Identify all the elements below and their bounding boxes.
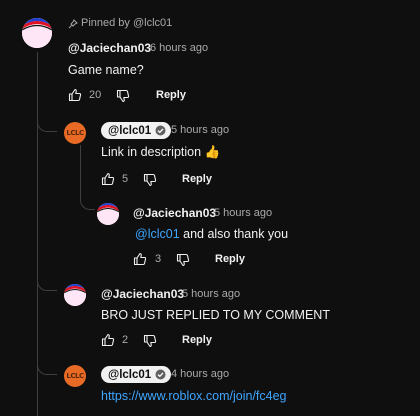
comment-text: Game name?	[68, 63, 144, 77]
comment-link[interactable]: https://www.roblox.com/join/fc4eg	[101, 389, 287, 403]
dislike-icon[interactable]	[116, 89, 130, 103]
like-icon[interactable]	[101, 333, 115, 347]
like-count: 20	[89, 89, 102, 101]
like-count: 3	[155, 253, 162, 265]
comment-author[interactable]: @Jaciechan03	[68, 41, 151, 55]
reply-button[interactable]: Reply	[215, 253, 245, 265]
thread-connector	[80, 196, 95, 210]
comment-text: Link in description 👍	[101, 145, 221, 159]
owner-badge[interactable]: @lclc01	[101, 122, 172, 139]
comment-time[interactable]: 5 hours ago	[182, 288, 240, 300]
avatar[interactable]: LCLC	[64, 365, 86, 387]
reply-button[interactable]: Reply	[182, 173, 212, 185]
avatar-initials: LCLC	[66, 372, 84, 380]
like-count: 2	[122, 334, 129, 346]
avatar-image	[97, 203, 119, 225]
reply-button[interactable]: Reply	[156, 89, 186, 101]
comment-text-rest: and also thank you	[179, 227, 289, 241]
avatar-initials: LCLC	[66, 129, 84, 137]
pinned-label: Pinned by @lclc01	[81, 17, 173, 29]
dislike-icon[interactable]	[143, 334, 157, 348]
reply-button[interactable]: Reply	[182, 334, 212, 346]
avatar[interactable]: LCLC	[64, 122, 86, 144]
like-icon[interactable]	[133, 252, 147, 266]
owner-badge[interactable]: @lclc01	[101, 366, 172, 383]
avatar[interactable]	[64, 284, 86, 306]
comment-time[interactable]: 4 hours ago	[171, 368, 229, 380]
comment-time[interactable]: 5 hours ago	[214, 207, 272, 219]
avatar-image	[22, 18, 52, 48]
comment-author: @lclc01	[108, 124, 152, 137]
like-count: 5	[122, 173, 129, 185]
comment-time[interactable]: 6 hours ago	[150, 42, 208, 54]
like-icon[interactable]	[68, 88, 82, 102]
avatar[interactable]	[22, 18, 52, 48]
dislike-icon[interactable]	[176, 253, 190, 267]
mention-link[interactable]: @lclc01	[135, 227, 180, 241]
verified-check-icon	[155, 125, 166, 136]
comment-author[interactable]: @Jaciechan03	[101, 287, 184, 301]
comment-text: @lclc01 and also thank you	[135, 227, 288, 241]
thread-connector	[37, 112, 57, 132]
comment-author[interactable]: @Jaciechan03	[133, 206, 216, 220]
dislike-icon[interactable]	[143, 173, 157, 187]
avatar-image	[64, 284, 86, 306]
comment-text: BRO JUST REPLIED TO MY COMMENT	[101, 308, 330, 322]
like-icon[interactable]	[101, 172, 115, 186]
comment-time[interactable]: 5 hours ago	[171, 124, 229, 136]
avatar[interactable]	[97, 203, 119, 225]
thread-line-nested	[80, 145, 81, 200]
thread-connector	[37, 271, 57, 291]
comment-author: @lclc01	[108, 368, 152, 381]
thread-connector	[37, 355, 57, 375]
pin-icon	[68, 19, 78, 29]
verified-check-icon	[155, 369, 166, 380]
